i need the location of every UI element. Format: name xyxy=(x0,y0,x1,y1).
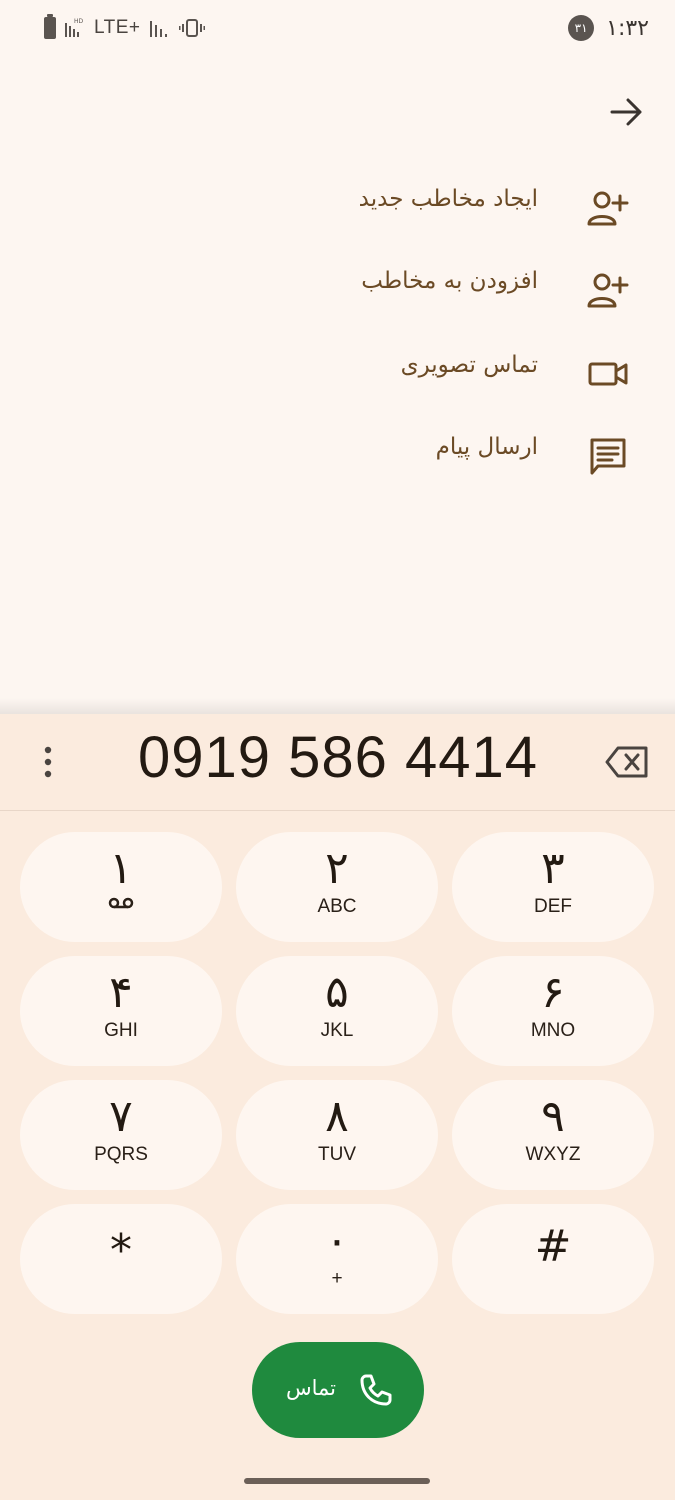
status-bar: HD LTE+ ۳۱ ۱:۳۲ xyxy=(0,0,675,56)
back-arrow-icon[interactable] xyxy=(604,90,648,134)
vibrate-icon xyxy=(178,19,205,37)
key-9[interactable]: ۹ WXYZ xyxy=(452,1080,654,1190)
add-person-icon xyxy=(587,273,629,308)
key-digit: ۹ xyxy=(541,1091,565,1142)
home-indicator[interactable] xyxy=(244,1478,430,1484)
status-right: ۳۱ ۱:۳۲ xyxy=(568,12,649,44)
key-1[interactable]: ۱ xyxy=(20,832,222,942)
clock: ۱:۳۲ xyxy=(606,15,649,41)
video-camera-icon xyxy=(588,362,628,386)
key-star[interactable]: * xyxy=(20,1204,222,1314)
dialpad-sheet: 0919 586 4414 ۱ ۲ ABC ۳ DEF ۴ GHI ۵ JKL … xyxy=(0,714,675,1500)
hd-label: HD xyxy=(74,18,84,25)
action-label: ارسال پیام xyxy=(435,434,538,460)
key-letters: TUV xyxy=(318,1144,356,1165)
key-0[interactable]: ۰ + xyxy=(236,1204,438,1314)
key-letters: GHI xyxy=(104,1020,138,1041)
action-label: تماس تصویری xyxy=(400,352,538,378)
key-letters: JKL xyxy=(320,1020,354,1041)
key-letters: PQRS xyxy=(94,1144,148,1165)
key-letters: ABC xyxy=(317,896,357,917)
key-letters: MNO xyxy=(530,1020,576,1041)
message-icon xyxy=(590,438,626,475)
key-8[interactable]: ۸ TUV xyxy=(236,1080,438,1190)
network-type: LTE+ xyxy=(94,17,141,38)
action-add-to-contact[interactable]: افزودن به مخاطب xyxy=(300,248,660,330)
key-digit: ۴ xyxy=(109,967,133,1018)
voicemail-icon xyxy=(108,897,134,909)
action-create-contact[interactable]: ایجاد مخاطب جدید xyxy=(300,166,660,248)
key-4[interactable]: ۴ GHI xyxy=(20,956,222,1066)
more-vert-icon[interactable] xyxy=(28,740,68,784)
key-2[interactable]: ۲ ABC xyxy=(236,832,438,942)
notification-badge: ۳۱ xyxy=(568,15,595,41)
key-digit: ۲ xyxy=(325,843,349,894)
signal-icon: HD xyxy=(65,18,84,37)
key-digit: ۸ xyxy=(325,1091,349,1142)
key-digit: ۰ xyxy=(325,1215,349,1266)
action-send-message[interactable]: ارسال پیام xyxy=(300,414,660,496)
battery-icon xyxy=(44,14,56,39)
key-6[interactable]: ۶ MNO xyxy=(452,956,654,1066)
key-hash[interactable]: # xyxy=(452,1204,654,1314)
backspace-icon[interactable] xyxy=(604,742,652,782)
key-digit: # xyxy=(534,1221,572,1272)
key-digit: ۵ xyxy=(325,967,349,1018)
key-digit: ۷ xyxy=(109,1091,133,1142)
key-digit: * xyxy=(110,1225,132,1276)
call-button[interactable]: تماس xyxy=(252,1342,424,1438)
key-5[interactable]: ۵ JKL xyxy=(236,956,438,1066)
action-video-call[interactable]: تماس تصویری xyxy=(300,332,660,414)
key-7[interactable]: ۷ PQRS xyxy=(20,1080,222,1190)
signal-icon-2 xyxy=(149,21,167,37)
sheet-shadow xyxy=(0,698,675,714)
phone-icon xyxy=(360,1374,392,1406)
key-digit: ۳ xyxy=(541,843,565,894)
action-label: افزودن به مخاطب xyxy=(361,268,538,294)
number-bar: 0919 586 4414 xyxy=(0,714,675,811)
call-label: تماس xyxy=(286,1376,337,1400)
key-letters: + xyxy=(331,1268,343,1289)
key-3[interactable]: ۳ DEF xyxy=(452,832,654,942)
status-left: HD LTE+ xyxy=(44,14,205,42)
action-label: ایجاد مخاطب جدید xyxy=(358,186,538,212)
add-person-icon xyxy=(587,191,629,226)
key-letters: WXYZ xyxy=(525,1144,581,1165)
dialed-number[interactable]: 0919 586 4414 xyxy=(90,724,586,791)
key-digit: ۱ xyxy=(109,843,133,894)
key-digit: ۶ xyxy=(541,967,565,1018)
key-letters: DEF xyxy=(534,896,572,917)
